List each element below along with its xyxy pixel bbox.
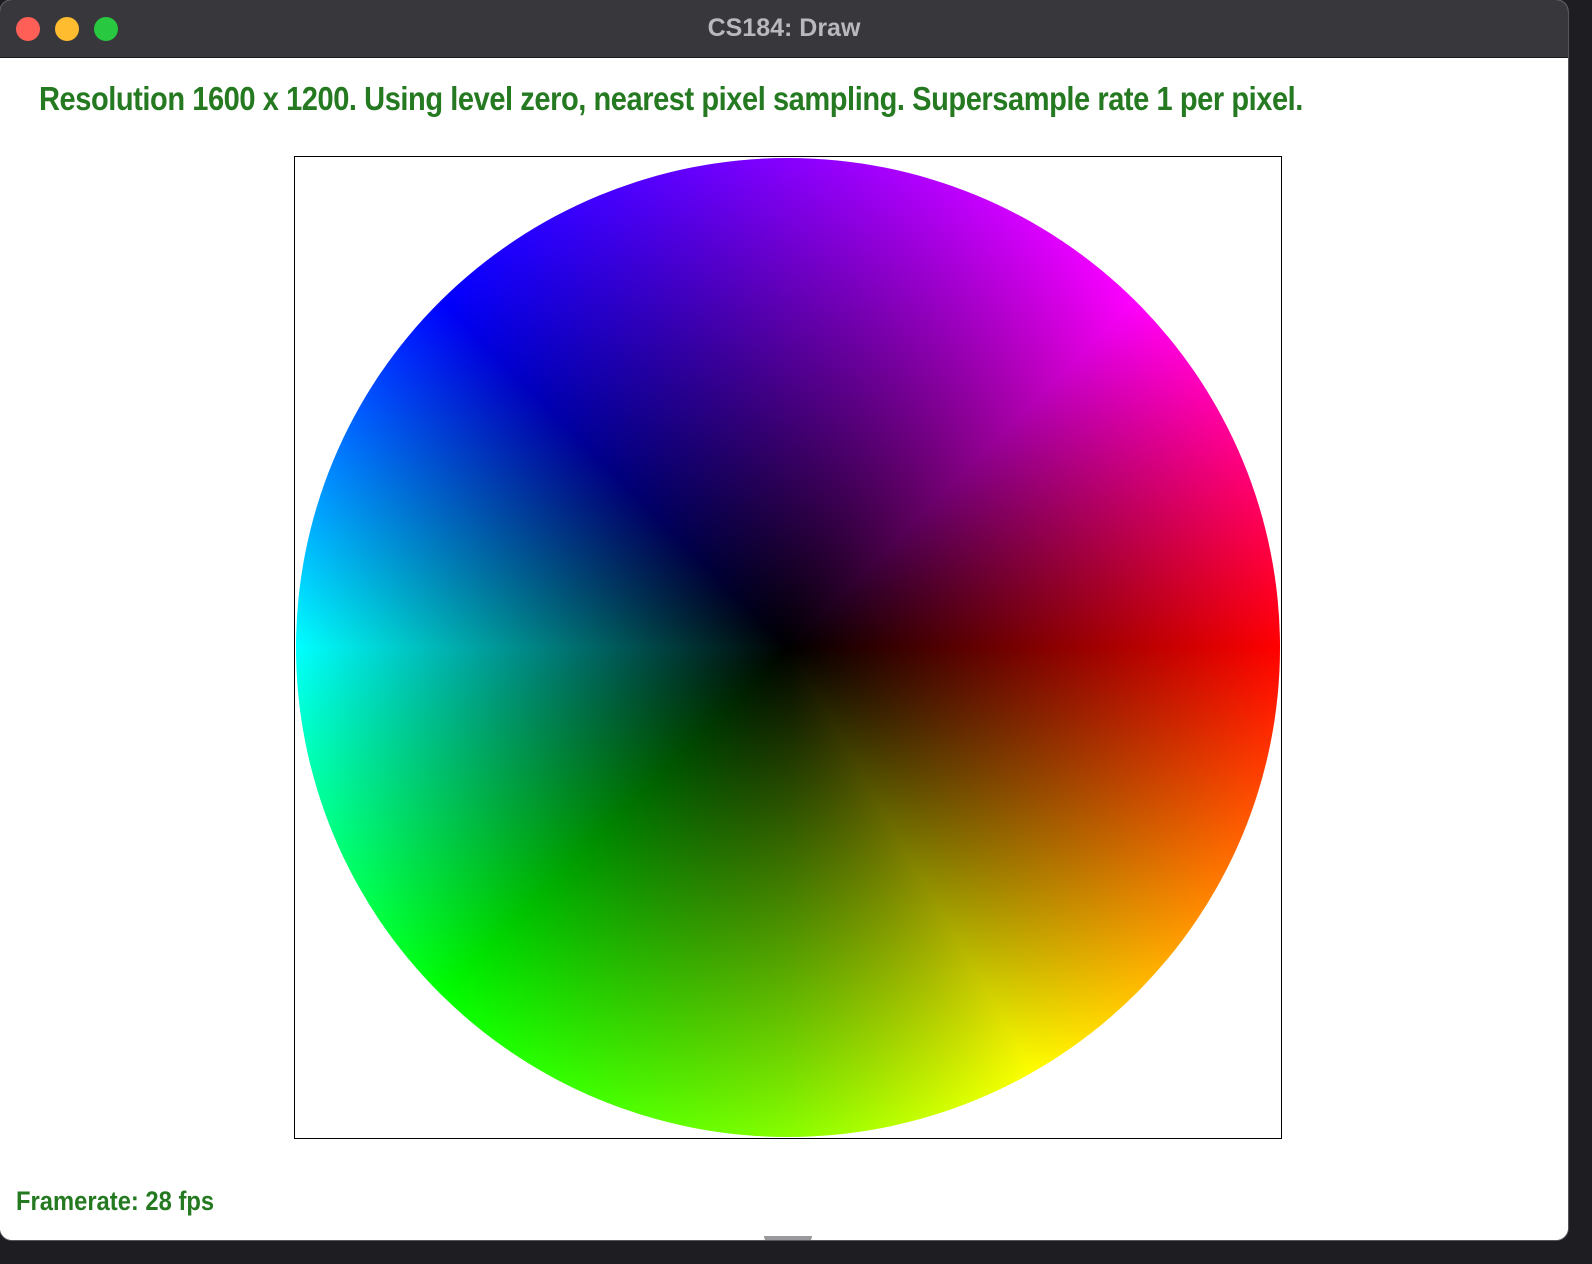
window-title: CS184: Draw	[707, 14, 861, 42]
framerate-text: Framerate: 28 fps	[16, 1186, 215, 1216]
color-wheel-shade-layer	[296, 158, 1280, 1137]
drawing-viewport[interactable]: Resolution 1600 x 1200. Using level zero…	[0, 58, 1568, 1240]
title-bar[interactable]: CS184: Draw	[0, 0, 1568, 58]
render-status-text: Resolution 1600 x 1200. Using level zero…	[39, 80, 1303, 117]
app-window: CS184: Draw Resolution 1600 x 1200. Usin…	[0, 0, 1568, 1240]
window-resize-grip[interactable]	[764, 1236, 812, 1240]
svg-canvas-frame[interactable]	[294, 156, 1282, 1139]
color-wheel-circle	[296, 158, 1280, 1137]
